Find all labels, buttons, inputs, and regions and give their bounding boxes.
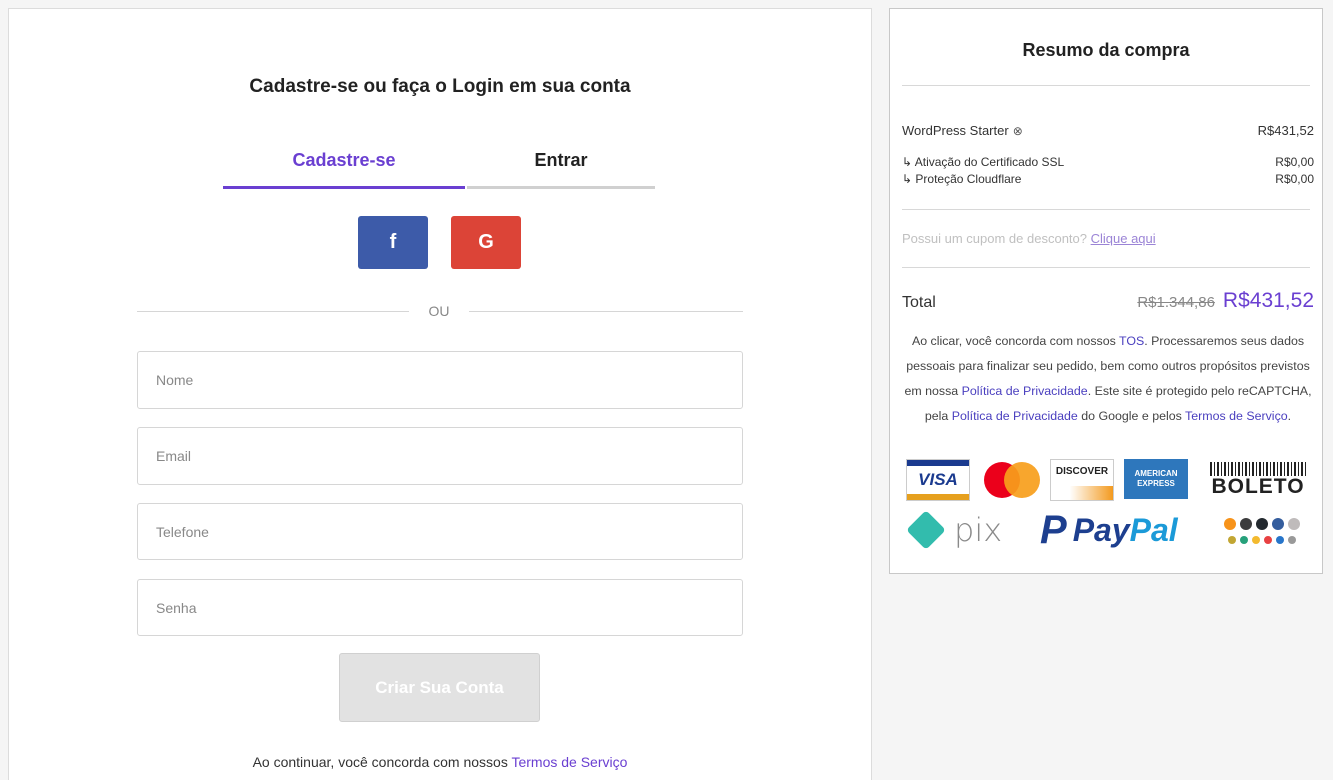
tos-link[interactable]: TOS xyxy=(1119,334,1144,348)
auth-tabs: Cadastre-se Entrar xyxy=(223,145,655,189)
summary-divider xyxy=(902,85,1310,86)
tether-icon xyxy=(1240,536,1248,544)
dogecoin-icon xyxy=(1228,536,1236,544)
paypal-text: PayPal xyxy=(1073,512,1178,549)
ethereum-icon xyxy=(1240,518,1252,530)
order-summary-panel: Resumo da compra WordPress Starter ⊗ R$43… xyxy=(889,8,1323,574)
avalanche-icon xyxy=(1264,536,1272,544)
phone-input[interactable] xyxy=(137,503,743,560)
terms-prefix: Ao continuar, você concorda com nossos xyxy=(252,754,512,770)
create-account-button[interactable]: Criar Sua Conta xyxy=(339,653,540,722)
visa-stripe xyxy=(907,494,969,500)
amex-logo: AMERICAN EXPRESS xyxy=(1124,459,1188,499)
facebook-login-button[interactable]: f xyxy=(358,216,428,269)
signup-heading: Cadastre-se ou faça o Login em sua conta xyxy=(249,76,631,97)
barcode-icon xyxy=(1210,462,1306,476)
visa-logo: VISA xyxy=(906,459,970,501)
password-input[interactable] xyxy=(137,579,743,636)
google-privacy-policy-link[interactable]: Política de Privacidade xyxy=(952,409,1078,423)
tab-signup[interactable]: Cadastre-se xyxy=(223,145,465,189)
divider-right xyxy=(469,311,743,312)
addon-row: ↳ Proteção Cloudflare R$0,00 xyxy=(902,172,1314,186)
boleto-logo: BOLETO xyxy=(1206,459,1310,501)
crypto-row xyxy=(1224,518,1300,530)
legal-text: Ao clicar, você concorda com nossos xyxy=(911,334,1120,348)
usdc-icon xyxy=(1276,536,1284,544)
divider-text: OU xyxy=(428,303,450,319)
discover-logo: DISCOVER xyxy=(1050,459,1114,501)
total-row: Total R$1.344,86 R$431,52 xyxy=(902,289,1314,313)
paypal-logo: P PayPal xyxy=(1040,505,1200,555)
crypto-logos xyxy=(1218,509,1306,553)
name-input[interactable] xyxy=(137,351,743,409)
original-price: R$1.344,86 xyxy=(1137,294,1215,311)
plan-price: R$431,52 xyxy=(1257,123,1314,138)
summary-title: Resumo da compra xyxy=(1022,40,1190,60)
pix-logo: pix xyxy=(904,509,1024,551)
paypal-pal: Pal xyxy=(1129,511,1178,548)
coupon-text: Possui um cupom de desconto? xyxy=(902,231,1091,246)
plan-row: WordPress Starter ⊗ R$431,52 xyxy=(902,123,1314,138)
visa-text: VISA xyxy=(918,470,958,489)
litecoin-icon xyxy=(1288,518,1300,530)
total-prices: R$1.344,86 R$431,52 xyxy=(1137,289,1314,313)
discounted-price: R$431,52 xyxy=(1222,289,1314,312)
legal-text: do Google e pelos xyxy=(1077,409,1186,423)
addon-price: R$0,00 xyxy=(1275,172,1314,186)
pix-text: pix xyxy=(954,511,1003,549)
crypto-row xyxy=(1228,536,1296,544)
legal-notice: Ao clicar, você concorda com nossos TOS.… xyxy=(902,329,1314,429)
coupon-link[interactable]: Clique aqui xyxy=(1091,231,1156,246)
plan-name-wrapper: WordPress Starter ⊗ xyxy=(902,123,1023,138)
summary-divider xyxy=(902,209,1310,210)
total-label: Total xyxy=(902,294,936,311)
google-icon: G xyxy=(478,231,494,253)
terms-notice: Ao continuar, você concorda com nossos T… xyxy=(9,754,871,770)
boleto-text: BOLETO xyxy=(1211,475,1305,498)
legal-text: . xyxy=(1287,409,1292,423)
discover-text: DISCOVER xyxy=(1055,466,1109,477)
terms-of-service-link[interactable]: Termos de Serviço xyxy=(511,754,627,770)
remove-item-icon[interactable]: ⊗ xyxy=(1013,124,1023,138)
plan-name: WordPress Starter xyxy=(902,123,1009,138)
mastercard-circle xyxy=(1004,462,1040,498)
paypal-pay: Pay xyxy=(1072,511,1130,548)
tab-login[interactable]: Entrar xyxy=(467,145,655,189)
mastercard-logo xyxy=(982,461,1042,499)
discover-band xyxy=(1051,486,1113,500)
google-terms-link[interactable]: Termos de Serviço xyxy=(1185,409,1288,423)
addon-row: ↳ Ativação do Certificado SSL R$0,00 xyxy=(902,155,1314,169)
privacy-policy-link[interactable]: Política de Privacidade xyxy=(962,384,1088,398)
cardano-icon xyxy=(1272,518,1284,530)
more-crypto-icon xyxy=(1288,536,1296,544)
divider-left xyxy=(137,311,409,312)
google-login-button[interactable]: G xyxy=(451,216,521,269)
addon-name: ↳ Proteção Cloudflare xyxy=(902,172,1022,186)
xrp-icon xyxy=(1256,518,1268,530)
paypal-icon: P xyxy=(1040,507,1067,552)
addon-name: ↳ Ativação do Certificado SSL xyxy=(902,155,1065,169)
coupon-prompt: Possui um cupom de desconto? Clique aqui xyxy=(902,231,1156,246)
summary-divider xyxy=(902,267,1310,268)
signup-panel: Cadastre-se ou faça o Login em sua conta… xyxy=(8,8,872,780)
pix-icon xyxy=(906,510,946,550)
email-input[interactable] xyxy=(137,427,743,485)
bitcoin-icon xyxy=(1224,518,1236,530)
facebook-icon: f xyxy=(389,231,397,253)
addon-price: R$0,00 xyxy=(1275,155,1314,169)
bnb-icon xyxy=(1252,536,1260,544)
